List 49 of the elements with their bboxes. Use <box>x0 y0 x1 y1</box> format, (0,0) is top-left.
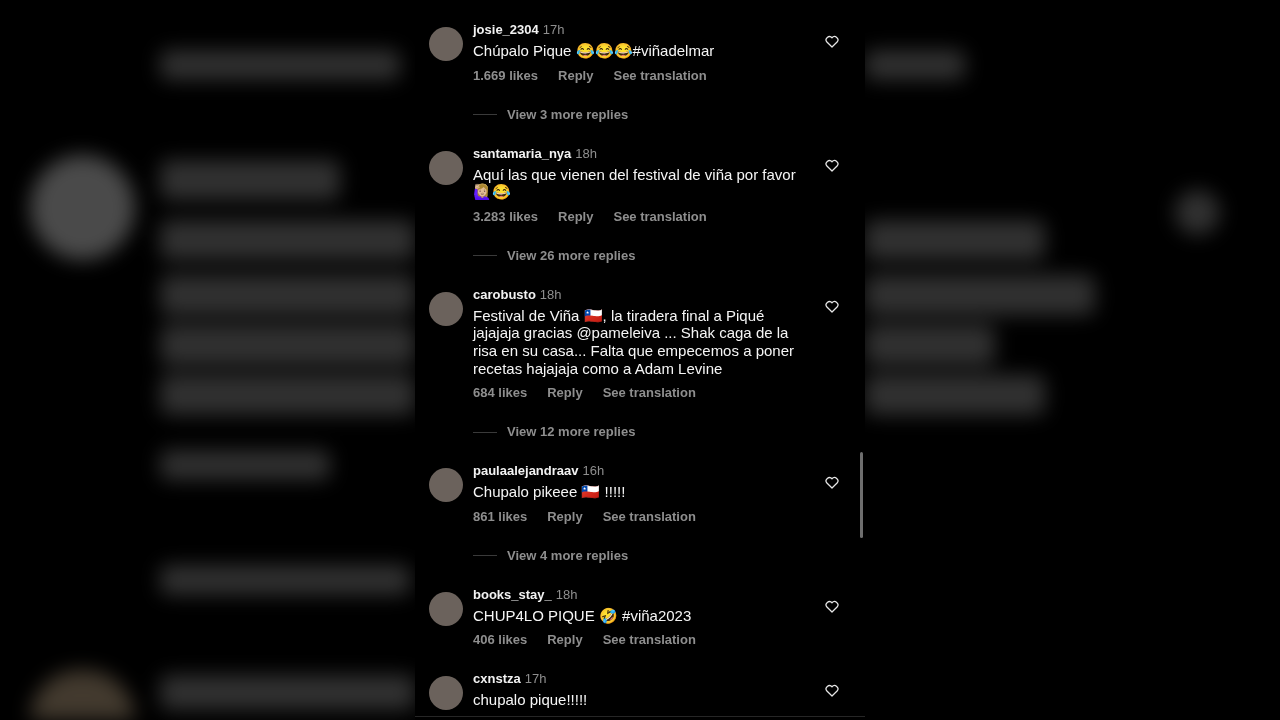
translation-link[interactable]: See translation <box>602 507 696 526</box>
translation-link[interactable]: See translation <box>613 207 707 226</box>
timestamp: 18h <box>539 286 562 302</box>
likes-count[interactable]: 861 likes <box>473 507 528 526</box>
avatar-photo[interactable] <box>429 468 463 503</box>
reply-link[interactable]: Reply <box>547 631 583 650</box>
comment-text: Chupalo pikeee 🇨🇱 !!!!! <box>473 483 627 501</box>
avatar-photo[interactable] <box>429 27 463 61</box>
reply-link[interactable]: Reply <box>558 207 594 226</box>
heart-icon[interactable] <box>825 35 839 48</box>
avatar-photo[interactable] <box>429 150 463 185</box>
comment-text: CHUP4LO PIQUE 🤣 #viña2023 <box>473 606 693 625</box>
heart-icon[interactable] <box>825 476 839 490</box>
reply-link[interactable]: Reply <box>558 66 594 85</box>
translation-link[interactable]: See translation <box>613 66 707 85</box>
username[interactable]: carobusto <box>473 286 536 302</box>
view-replies-link[interactable]: View 26 more replies <box>507 246 636 265</box>
comment-text: chupalo pique!!!!! <box>473 691 589 709</box>
translation-link[interactable]: See translation <box>602 384 696 403</box>
timestamp: 18h <box>555 586 578 602</box>
heart-icon[interactable] <box>825 158 839 172</box>
likes-count[interactable]: 684 likes <box>473 384 528 403</box>
view-replies-link[interactable]: View 12 more replies <box>507 423 636 442</box>
avatar-photo[interactable] <box>429 676 463 711</box>
username[interactable]: books_stay_ <box>473 586 552 602</box>
comment-text: Aquí las que vienen del festival de viña por favor 🙋🏼‍♀😂 <box>473 165 797 201</box>
likes-count[interactable]: 1.669 likes <box>473 66 539 85</box>
heart-icon[interactable] <box>825 684 839 698</box>
translation-link[interactable]: See translation <box>602 631 696 650</box>
likes-count[interactable]: 3.283 likes <box>473 207 539 226</box>
username[interactable]: santamaria_nya <box>473 145 572 161</box>
comment-text: Chúpalo Pique 😂😂😂#viñadelmar <box>473 42 716 60</box>
timestamp: 17h <box>542 22 565 37</box>
likes-count[interactable]: 406 likes <box>473 631 528 650</box>
reply-link[interactable]: Reply <box>547 384 583 403</box>
avatar-photo[interactable] <box>429 591 463 626</box>
timestamp: 17h <box>524 671 547 687</box>
reply-link[interactable]: Reply <box>547 507 583 526</box>
username[interactable]: paulaalejandraav <box>473 463 579 479</box>
view-replies-link[interactable]: View 3 more replies <box>507 105 629 124</box>
username[interactable]: cxnstza <box>473 671 521 687</box>
timestamp: 18h <box>575 145 597 161</box>
view-replies-link[interactable]: View 4 more replies <box>507 546 629 565</box>
heart-icon[interactable] <box>825 599 839 613</box>
heart-icon[interactable] <box>825 299 839 313</box>
username[interactable]: josie_2304 <box>473 22 539 37</box>
avatar-photo[interactable] <box>429 291 463 326</box>
timestamp: 16h <box>582 463 605 479</box>
comment-text: Festival de Viña 🇨🇱, la tiradera final a Piqué jajajaja gracias @pameleiva ... Shak caga de la risa en su casa... Falta que empecemos a poner recetas hajajaja como a Adam Levine <box>473 306 795 378</box>
